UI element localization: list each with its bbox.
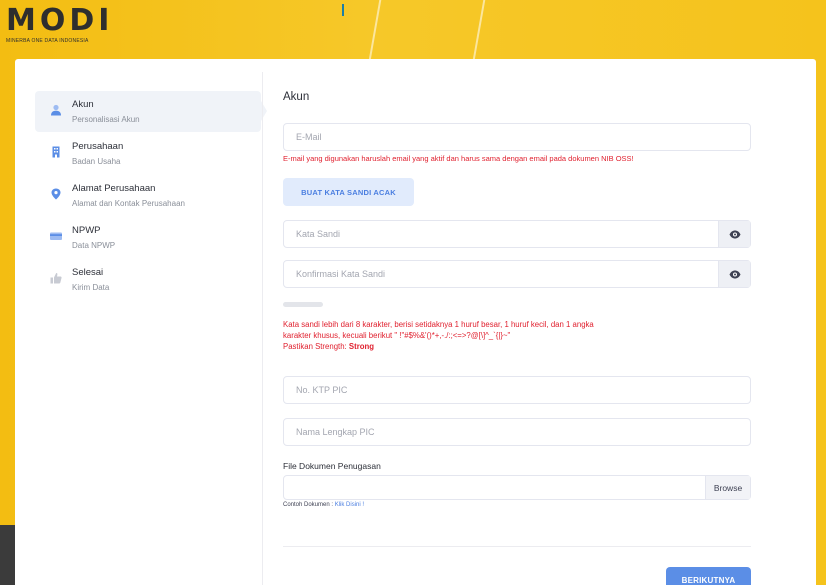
credit-card-icon (50, 232, 62, 240)
registration-card: Akun Personalisasi Akun Perusahaan Badan… (15, 59, 816, 585)
browse-button[interactable]: Browse (705, 476, 750, 499)
eye-icon (729, 270, 740, 278)
sidebar-item-alamat-perusahaan[interactable]: Alamat Perusahaan Alamat dan Kontak Peru… (35, 175, 261, 216)
logo-wordmark: MODI (6, 3, 114, 38)
sidebar-item-subtitle: Personalisasi Akun (72, 115, 140, 124)
sidebar-item-subtitle: Data NPWP (72, 241, 116, 250)
user-icon (51, 104, 61, 116)
password-rules-line2: karakter khusus, kecuali berikut " !"#$%… (283, 331, 511, 340)
confirm-password-field[interactable] (284, 261, 720, 287)
full-name-field-wrapper (283, 418, 751, 446)
logo: MODI MINERBA ONE DATA INDONESIA (6, 3, 114, 45)
ktp-number-field[interactable] (284, 377, 750, 403)
password-rules-text: Kata sandi lebih dari 8 karakter, berisi… (283, 319, 683, 352)
location-pin-icon (51, 188, 61, 200)
sidebar-item-title: NPWP (72, 225, 101, 236)
sample-document-link[interactable]: Klik Disini ! (335, 502, 364, 508)
file-upload-label: File Dokumen Penugasan (283, 461, 381, 471)
logo-tagline: MINERBA ONE DATA INDONESIA (6, 38, 89, 44)
next-button[interactable]: BERIKUTNYA (666, 567, 751, 585)
password-rules-line1: Kata sandi lebih dari 8 karakter, berisi… (283, 320, 594, 329)
accent-tick (342, 4, 344, 16)
sidebar-item-subtitle: Badan Usaha (72, 157, 121, 166)
sample-document-text: Contoh Dokumen : Klik Disini ! (283, 502, 364, 508)
generate-random-password-button[interactable]: BUAT KATA SANDI ACAK (283, 178, 414, 206)
building-icon (52, 146, 60, 158)
toggle-confirm-password-visibility-button[interactable] (718, 261, 750, 287)
file-upload-field[interactable]: Browse (283, 475, 751, 500)
background-dark-corner (0, 525, 16, 585)
password-field[interactable] (284, 221, 720, 247)
step-sidebar: Akun Personalisasi Akun Perusahaan Badan… (35, 91, 267, 301)
page-title: Akun (283, 91, 310, 103)
sidebar-item-title: Perusahaan (72, 141, 124, 152)
horizontal-divider (283, 546, 751, 547)
sidebar-item-subtitle: Kirim Data (72, 283, 110, 292)
sidebar-item-title: Selesai (72, 267, 104, 278)
ktp-field-wrapper (283, 376, 751, 404)
confirm-password-field-wrapper (283, 260, 751, 288)
email-field-wrapper (283, 123, 751, 151)
sidebar-item-selesai[interactable]: Selesai Kirim Data (35, 259, 261, 300)
thumbs-up-icon (50, 273, 62, 284)
email-error-text: E-mail yang digunakan haruslah email yan… (283, 154, 634, 163)
sidebar-item-title: Akun (72, 99, 94, 110)
password-strength-value: Strong (348, 342, 375, 351)
password-field-wrapper (283, 220, 751, 248)
vertical-divider (262, 72, 263, 585)
email-field[interactable] (284, 124, 750, 150)
sidebar-item-title: Alamat Perusahaan (72, 183, 156, 194)
eye-icon (729, 230, 740, 238)
sidebar-item-subtitle: Alamat dan Kontak Perusahaan (72, 199, 185, 208)
sidebar-item-npwp[interactable]: NPWP Data NPWP (35, 217, 261, 258)
sample-document-label: Contoh Dokumen : (283, 502, 334, 508)
sidebar-item-perusahaan[interactable]: Perusahaan Badan Usaha (35, 133, 261, 174)
toggle-password-visibility-button[interactable] (718, 221, 750, 247)
password-strength-bar (283, 302, 323, 307)
full-name-field[interactable] (284, 419, 750, 445)
password-strength-line: Pastikan Strength: Strong (283, 341, 683, 352)
password-strength-label: Pastikan Strength: (283, 342, 347, 351)
sidebar-item-akun[interactable]: Akun Personalisasi Akun (35, 91, 267, 132)
